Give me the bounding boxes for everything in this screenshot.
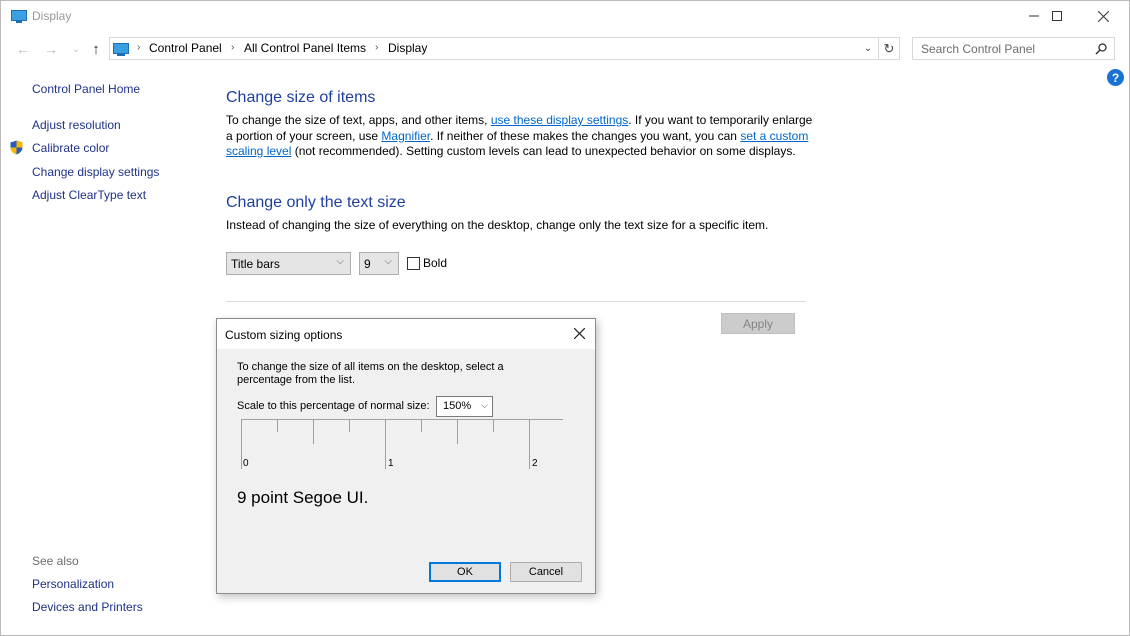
see-also-personalization[interactable]: Personalization: [32, 577, 114, 591]
maximize-button[interactable]: [1034, 1, 1080, 31]
item-type-select[interactable]: Title bars ⌵: [226, 252, 351, 275]
item-type-value: Title bars: [231, 257, 280, 271]
ruler-label-1: 1: [388, 458, 394, 469]
breadcrumb-separator: ›: [231, 42, 235, 53]
chevron-down-icon: ⌵: [481, 400, 488, 410]
dialog-title: Custom sizing options: [225, 328, 343, 342]
arrow-up-icon: ↑: [92, 40, 100, 58]
dialog-title-bar: Custom sizing options: [217, 319, 595, 349]
back-button[interactable]: ←: [13, 39, 33, 59]
search-input[interactable]: Search Control Panel: [921, 42, 1035, 56]
see-also-devices-printers[interactable]: Devices and Printers: [32, 600, 143, 614]
address-bar[interactable]: › Control Panel › All Control Panel Item…: [109, 37, 879, 60]
breadcrumb-all-items[interactable]: All Control Panel Items: [244, 41, 366, 55]
scale-label: Scale to this percentage of normal size:: [237, 400, 430, 412]
bold-label[interactable]: Bold: [423, 256, 447, 270]
divider: [226, 301, 806, 302]
dialog-instructions: To change the size of all items on the d…: [237, 361, 504, 386]
dialog-close-button[interactable]: [574, 328, 585, 339]
breadcrumb-separator: ›: [375, 42, 379, 53]
maximize-icon: [1052, 11, 1062, 21]
up-button[interactable]: ↑: [86, 39, 106, 59]
sidebar-item-adjust-resolution[interactable]: Adjust resolution: [32, 118, 121, 132]
text: (not recommended). Setting custom levels…: [291, 144, 796, 158]
ruler[interactable]: [241, 419, 563, 474]
cancel-button[interactable]: Cancel: [510, 562, 582, 582]
chevron-down-icon: ⌵: [384, 256, 392, 267]
use-display-settings-link[interactable]: use these display settings: [491, 113, 628, 127]
display-app-icon: [11, 10, 27, 23]
scale-percentage-select[interactable]: 150% ⌵: [436, 396, 493, 417]
title-bar: Display: [1, 1, 1129, 33]
section-heading-change-size: Change size of items: [226, 89, 376, 106]
recent-locations-button[interactable]: ⌄: [66, 39, 86, 59]
sample-text: 9 point Segoe UI.: [237, 488, 369, 507]
breadcrumb-control-panel[interactable]: Control Panel: [149, 41, 222, 55]
chevron-down-icon: ⌵: [336, 256, 344, 267]
see-also-label: See also: [32, 554, 79, 568]
chevron-down-icon: ⌄: [72, 43, 80, 54]
text-size-description: Instead of changing the size of everythi…: [226, 218, 769, 232]
search-box[interactable]: Search Control Panel: [912, 37, 1115, 60]
font-size-select[interactable]: 9 ⌵: [359, 252, 399, 275]
arrow-left-icon: ←: [16, 41, 30, 57]
ok-button[interactable]: OK: [429, 562, 501, 582]
close-icon: [1097, 10, 1109, 22]
section-heading-text-size: Change only the text size: [226, 194, 406, 211]
arrow-right-icon: →: [44, 41, 58, 57]
bold-checkbox[interactable]: [407, 257, 420, 270]
breadcrumb-separator: ›: [137, 42, 141, 53]
uac-shield-icon: [10, 140, 23, 155]
address-dropdown-button[interactable]: ⌄: [858, 37, 878, 60]
change-size-description: To change the size of text, apps, and ot…: [226, 113, 816, 160]
sidebar-item-change-display-settings[interactable]: Change display settings: [32, 165, 159, 179]
close-button[interactable]: [1080, 1, 1126, 31]
forward-button[interactable]: →: [41, 39, 61, 59]
breadcrumb-display[interactable]: Display: [388, 41, 427, 55]
ruler-label-2: 2: [532, 458, 538, 469]
sidebar-control-panel-home[interactable]: Control Panel Home: [32, 82, 140, 96]
text: . If neither of these makes the changes …: [430, 128, 741, 143]
scale-percentage-value: 150%: [443, 400, 472, 412]
font-size-value: 9: [364, 257, 371, 271]
help-icon: ?: [1111, 70, 1120, 85]
sidebar-item-calibrate-color[interactable]: Calibrate color: [32, 141, 109, 155]
text: To change the size of text, apps, and ot…: [226, 113, 491, 127]
chevron-down-icon: ⌄: [863, 43, 873, 54]
control-panel-icon: [113, 43, 129, 56]
window-title: Display: [32, 9, 72, 23]
apply-button[interactable]: Apply: [721, 313, 795, 334]
sidebar-item-adjust-cleartype[interactable]: Adjust ClearType text: [32, 188, 146, 202]
refresh-icon: ↻: [883, 40, 895, 56]
display-window: Display ← → ⌄ ↑ › Control Panel › All Co…: [0, 0, 1130, 636]
magnifier-link[interactable]: Magnifier: [381, 129, 430, 143]
refresh-button[interactable]: ↻: [878, 37, 900, 60]
help-button[interactable]: ?: [1107, 69, 1124, 86]
ruler-label-0: 0: [243, 458, 249, 469]
search-icon: [1095, 43, 1107, 55]
custom-sizing-dialog: Custom sizing options To change the size…: [216, 318, 596, 594]
